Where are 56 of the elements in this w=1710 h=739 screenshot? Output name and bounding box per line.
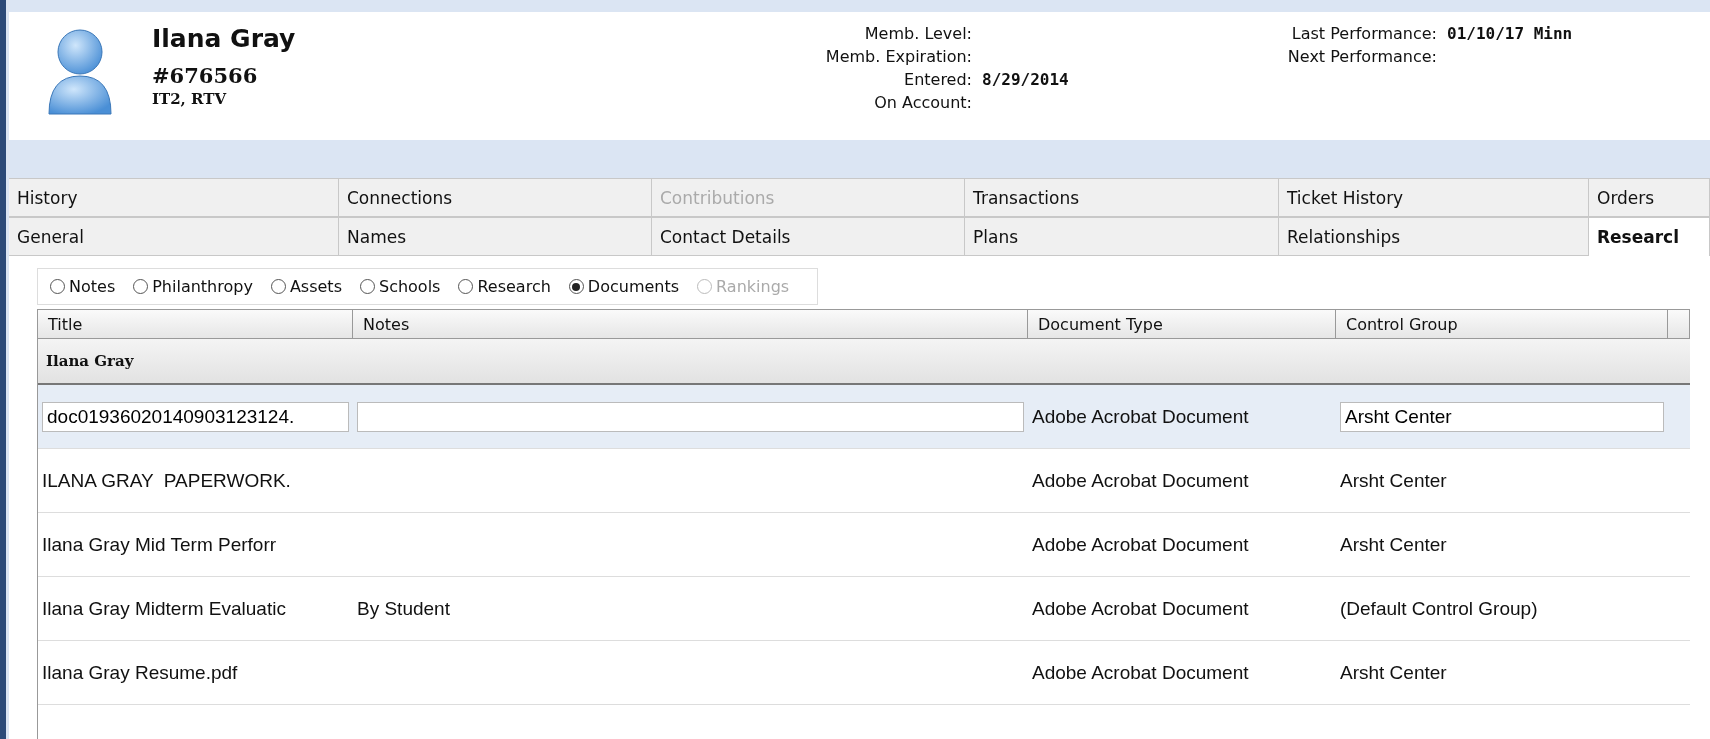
- tab[interactable]: Relationships: [1279, 217, 1589, 256]
- table-row[interactable]: Ilana Gray Midterm Evaluatic By Student Adobe Acrobat Document (Default Control Group): [38, 577, 1690, 641]
- title-field[interactable]: doc01936020140903123124.: [42, 401, 349, 432]
- column-header[interactable]: Control Group: [1336, 310, 1668, 338]
- tab[interactable]: Names: [339, 217, 652, 256]
- patron-codes: IT2, RTV: [152, 90, 228, 108]
- field-label: Memb. Level:: [863, 23, 972, 43]
- table-cell: By Student: [357, 597, 450, 620]
- tab[interactable]: General: [9, 217, 339, 256]
- table-cell: ILANA GRAY PAPERWORK.: [42, 469, 291, 492]
- column-header[interactable]: Document Type: [1028, 310, 1336, 338]
- field-label: On Account:: [873, 92, 972, 112]
- avatar-icon: [45, 26, 115, 118]
- control-group-field[interactable]: Arsht Center: [1340, 401, 1664, 432]
- radio-option[interactable]: Research: [458, 277, 551, 296]
- table-cell: Adobe Acrobat Document: [1032, 469, 1249, 492]
- tab[interactable]: Plans: [965, 217, 1279, 256]
- table-row[interactable]: ILANA GRAY PAPERWORK. Adobe Acrobat Document Arsht Center: [38, 449, 1690, 513]
- patron-name: Ilana Gray: [152, 24, 297, 53]
- table-cell: Adobe Acrobat Document: [1032, 597, 1249, 620]
- tab[interactable]: Orders: [1589, 178, 1710, 217]
- table-cell: Adobe Acrobat Document: [1032, 661, 1249, 684]
- tab[interactable]: Researcl: [1589, 217, 1710, 256]
- radio-option[interactable]: Schools: [360, 277, 441, 296]
- table-row[interactable]: Ilana Gray Mid Term Perforr Adobe Acrobat Document Arsht Center: [38, 513, 1690, 577]
- table-cell: (Default Control Group): [1340, 597, 1538, 620]
- column-header[interactable]: Title: [38, 310, 353, 338]
- field-label: Next Performance:: [1286, 46, 1437, 66]
- column-header[interactable]: Notes: [353, 310, 1028, 338]
- table-cell: Ilana Gray Midterm Evaluatic: [42, 597, 286, 620]
- radio-option[interactable]: Philanthropy: [133, 277, 253, 296]
- tab[interactable]: Contact Details: [652, 217, 965, 256]
- tab[interactable]: Connections: [339, 178, 652, 217]
- tab[interactable]: History: [9, 178, 339, 217]
- field-value: 8/29/2014: [982, 69, 1069, 89]
- table-row[interactable]: Ilana Gray Resume.pdf Adobe Acrobat Document Arsht Center: [38, 641, 1690, 705]
- radio-option[interactable]: Assets: [270, 277, 342, 296]
- field-label: Last Performance:: [1290, 23, 1437, 43]
- patron-number: #676566: [152, 63, 259, 88]
- radio-option[interactable]: Notes: [50, 277, 116, 296]
- table-cell: Ilana Gray Resume.pdf: [42, 661, 238, 684]
- table-cell: Arsht Center: [1340, 533, 1447, 556]
- table-cell: Ilana Gray Mid Term Perforr: [42, 533, 277, 556]
- field-value: 01/10/17 Minn: [1447, 23, 1573, 43]
- radio-option[interactable]: Documents: [568, 277, 680, 296]
- table-cell: Arsht Center: [1340, 661, 1447, 684]
- field-label: Memb. Expiration:: [824, 46, 972, 66]
- table-row[interactable]: doc01936020140903123124. Adobe Acrobat Document Arsht Center: [38, 385, 1690, 449]
- field-label: Entered:: [903, 69, 972, 89]
- group-label: Ilana Gray: [46, 352, 134, 370]
- notes-field[interactable]: [357, 401, 1024, 432]
- tab[interactable]: Transactions: [965, 178, 1279, 217]
- table-cell: Adobe Acrobat Document: [1032, 405, 1249, 428]
- table-cell: Adobe Acrobat Document: [1032, 533, 1249, 556]
- table-cell: Arsht Center: [1340, 469, 1447, 492]
- tab[interactable]: Ticket History: [1279, 178, 1589, 217]
